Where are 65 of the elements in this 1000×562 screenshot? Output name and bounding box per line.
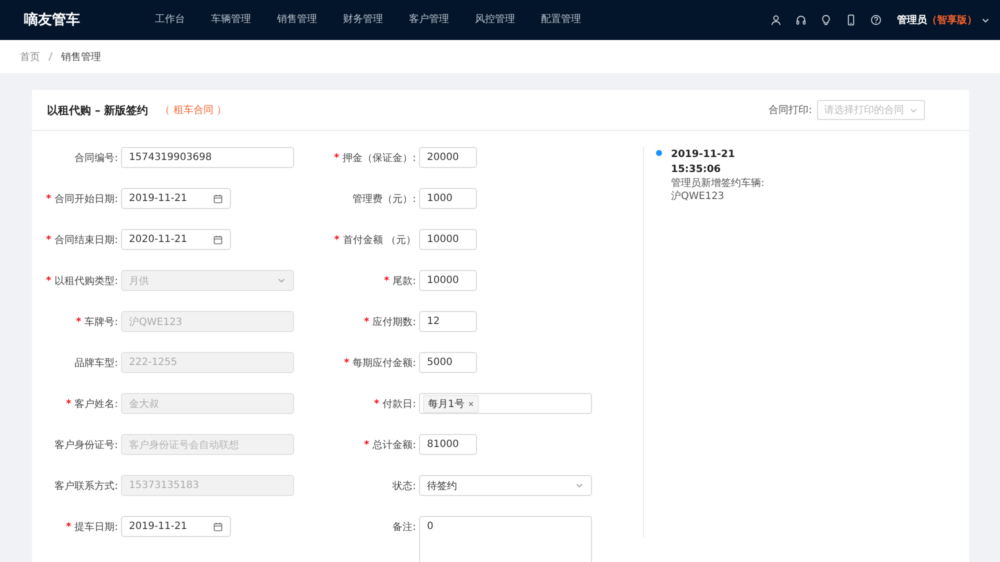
caret-icon xyxy=(277,276,286,285)
headset-icon[interactable] xyxy=(795,14,807,26)
calendar-icon xyxy=(213,522,223,532)
input-field[interactable]: 5000 xyxy=(419,352,477,373)
select-field[interactable]: 待签约 xyxy=(419,475,592,496)
field-label: 客户姓名: xyxy=(66,396,118,410)
nav-item[interactable]: 财务管理 xyxy=(330,0,396,40)
field-label: 应付期数: xyxy=(364,314,416,328)
field-label: 押金（保证金）: xyxy=(334,150,416,164)
date-field[interactable]: 2019-11-21 xyxy=(121,516,231,537)
tag-select-field[interactable]: 每月1号 xyxy=(419,393,592,414)
nav-item[interactable]: 车辆管理 xyxy=(198,0,264,40)
timeline-date: 2019-11-21 xyxy=(671,148,736,162)
field-label: 合同编号: xyxy=(74,152,118,164)
tag-label: 每月1号 xyxy=(428,398,464,410)
breadcrumb-link[interactable]: 销售管理 xyxy=(61,50,101,64)
timeline-plate: 沪QWE123 xyxy=(671,190,726,203)
field-label: 提车日期: xyxy=(66,520,118,534)
input-field[interactable]: 10000 xyxy=(419,270,477,291)
contract-type-label: （ 租车合同 ） xyxy=(160,104,227,117)
field-label: 客户联系方式: xyxy=(54,480,118,492)
field-label: 总计金额: xyxy=(364,438,416,452)
help-icon[interactable] xyxy=(870,14,882,26)
calendar-icon xyxy=(213,194,223,204)
lightbulb-icon[interactable] xyxy=(820,14,832,26)
input-field[interactable]: 1574319903698 xyxy=(121,147,294,168)
timeline-text: 管理员新增签约车辆: xyxy=(671,177,764,190)
field-label: 品牌车型: xyxy=(74,356,118,370)
field-label: 以租代购类型: xyxy=(46,274,118,288)
field-label: 合同结束日期: xyxy=(46,232,118,246)
nav-item[interactable]: 客户管理 xyxy=(396,0,462,40)
nav-item[interactable]: 配置管理 xyxy=(528,0,594,40)
calendar-icon xyxy=(213,234,223,244)
nav-item[interactable]: 销售管理 xyxy=(264,0,330,40)
input-field[interactable]: 20000 xyxy=(419,147,477,168)
input-field[interactable]: 1000 xyxy=(419,188,477,209)
field-label: 付款日: xyxy=(374,396,416,410)
print-label: 合同打印: xyxy=(768,104,812,117)
close-icon[interactable] xyxy=(468,400,474,406)
user-name[interactable]: 管理员 xyxy=(897,13,927,27)
remarks-field[interactable]: 0 xyxy=(419,516,592,562)
timeline-time: 15:35:06 xyxy=(671,163,722,177)
phone-icon[interactable] xyxy=(845,14,857,26)
input-field[interactable]: 12 xyxy=(419,311,477,332)
field-label: 每期应付金额: xyxy=(344,356,416,370)
field-label: 首付金额 （元） xyxy=(334,232,416,246)
edition-label: （智享版） xyxy=(927,13,977,27)
field-label: 尾款: xyxy=(384,274,416,288)
user-icon[interactable] xyxy=(770,14,782,26)
field-label: 车牌号: xyxy=(76,314,118,328)
input-field[interactable]: 81000 xyxy=(419,434,477,455)
app-logo: 嘀友管车 xyxy=(24,11,81,29)
field-label: 备注: xyxy=(392,520,416,534)
date-field[interactable]: 2020-11-21 xyxy=(121,229,231,250)
nav-item[interactable]: 风控管理 xyxy=(462,0,528,40)
field-label: 客户身份证号: xyxy=(54,438,118,452)
field-label: 管理费（元）: xyxy=(352,192,416,206)
field-label: 状态: xyxy=(392,480,416,492)
field-label: 合同开始日期: xyxy=(46,192,118,206)
card-title: 以租代购 – 新版签约 xyxy=(47,102,148,118)
caret-icon xyxy=(575,481,584,490)
nav-item[interactable]: 工作台 xyxy=(142,0,198,40)
input-field[interactable]: 10000 xyxy=(419,229,477,250)
breadcrumb-link[interactable]: 首页 xyxy=(20,50,40,64)
date-field[interactable]: 2019-11-21 xyxy=(121,188,231,209)
